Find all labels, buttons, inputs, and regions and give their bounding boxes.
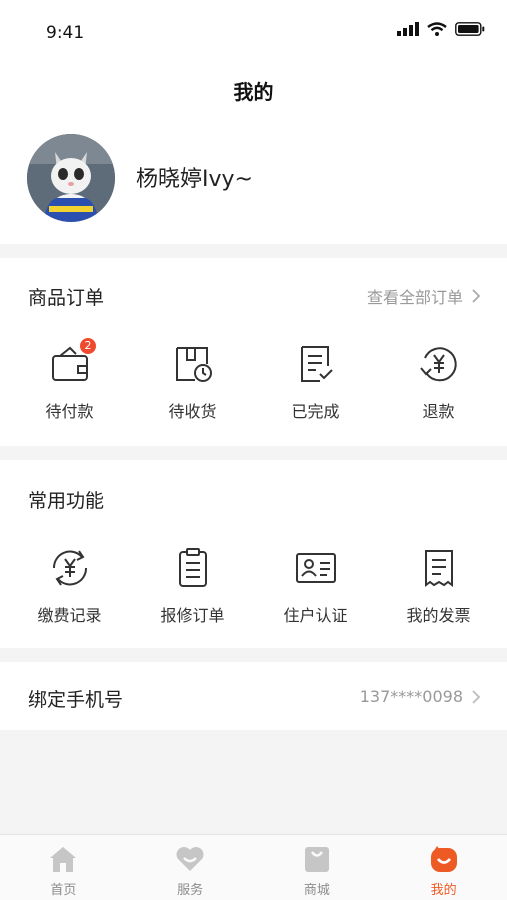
home-icon	[50, 847, 77, 872]
chevron-right-icon	[472, 689, 481, 704]
status-icons	[397, 22, 485, 36]
phone-value-group: 137****0098	[360, 687, 481, 706]
avatar[interactable]	[27, 134, 115, 222]
tab-home[interactable]: 首页	[0, 835, 127, 900]
bind-phone-label: 绑定手机号	[28, 689, 124, 711]
resident-verification-label: 住户认证	[283, 606, 348, 625]
tab-mall-label: 商城	[303, 883, 330, 898]
my-invoices[interactable]: 我的发票	[377, 546, 500, 626]
signal-icon	[397, 22, 419, 36]
orders-grid: 2 待付款 待收货 已完成 退款	[0, 338, 507, 422]
order-pending-payment[interactable]: 2 待付款	[8, 338, 131, 422]
payment-records-label: 缴费记录	[37, 606, 102, 625]
tab-home-label: 首页	[50, 883, 77, 898]
order-completed[interactable]: 已完成	[254, 342, 377, 422]
clipboard-list-icon	[131, 546, 254, 590]
tab-mall[interactable]: 商城	[254, 835, 381, 900]
package-clock-icon	[131, 342, 254, 386]
profile-face-icon	[430, 846, 457, 872]
username: 杨晓婷Ivy~	[136, 167, 253, 192]
chevron-right-icon	[472, 289, 481, 303]
tab-service-label: 服务	[177, 883, 204, 898]
order-pending-receipt-label: 待收货	[168, 402, 217, 421]
refund-yen-icon	[377, 342, 500, 386]
heart-icon	[176, 847, 204, 871]
repair-orders-label: 报修订单	[160, 606, 225, 625]
order-completed-label: 已完成	[291, 402, 340, 421]
my-invoices-label: 我的发票	[406, 606, 471, 625]
bind-phone-row[interactable]: 绑定手机号 137****0098	[0, 662, 507, 730]
phone-number: 137****0098	[359, 687, 463, 706]
order-refund[interactable]: 退款	[377, 342, 500, 422]
status-bar: 9:41	[0, 0, 507, 66]
shopping-bag-icon	[304, 847, 329, 872]
yen-refresh-icon	[8, 546, 131, 590]
wallet-icon	[8, 342, 131, 386]
payment-records[interactable]: 缴费记录	[8, 546, 131, 626]
tab-service[interactable]: 服务	[127, 835, 254, 900]
order-refund-label: 退款	[422, 402, 455, 421]
functions-grid: 缴费记录 报修订单 住户认证 我的发票	[0, 546, 507, 626]
wifi-icon	[427, 22, 447, 36]
repair-orders[interactable]: 报修订单	[131, 546, 254, 626]
document-check-icon	[254, 342, 377, 386]
order-pending-receipt[interactable]: 待收货	[131, 342, 254, 422]
functions-card: 常用功能 缴费记录 报修订单 住户认证 我的发票	[0, 460, 507, 648]
profile-section[interactable]: 杨晓婷Ivy~	[0, 120, 507, 244]
cat-avatar-image	[27, 134, 115, 222]
battery-icon	[455, 22, 485, 36]
orders-title: 商品订单	[28, 287, 105, 309]
resident-verification[interactable]: 住户认证	[254, 546, 377, 626]
page-title: 我的	[0, 66, 507, 120]
bottom-tab-bar: 首页 服务 商城 我的	[0, 834, 507, 900]
view-all-orders-label: 查看全部订单	[366, 288, 463, 307]
tab-mine-label: 我的	[430, 883, 457, 898]
tab-mine[interactable]: 我的	[380, 835, 507, 900]
status-time: 9:41	[46, 23, 85, 43]
invoice-icon	[377, 546, 500, 590]
functions-title: 常用功能	[28, 490, 105, 512]
pending-payment-badge: 2	[80, 338, 96, 354]
view-all-orders-link[interactable]: 查看全部订单	[367, 284, 481, 308]
orders-card: 商品订单 查看全部订单 2 待付款 待收货 已完成 退款	[0, 258, 507, 446]
id-card-icon	[254, 546, 377, 590]
order-pending-payment-label: 待付款	[45, 402, 94, 421]
